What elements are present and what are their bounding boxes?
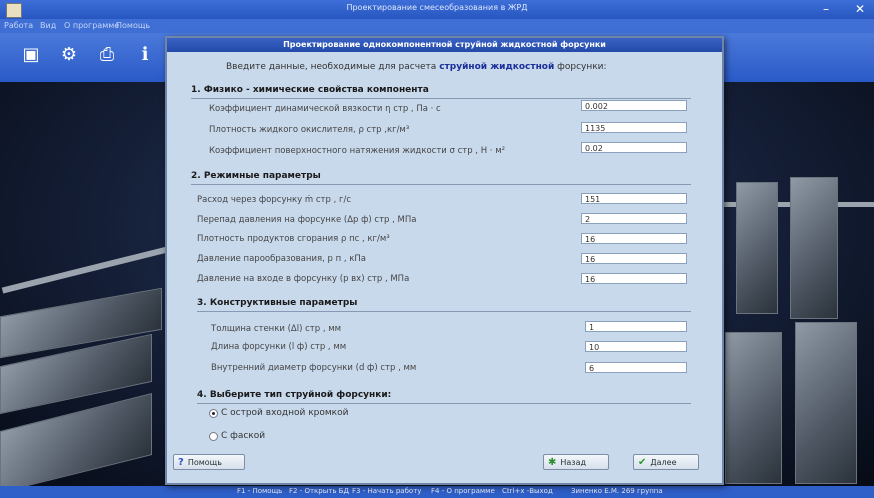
menu-item-about[interactable]: О программе [64, 21, 119, 30]
solar-panel [795, 322, 857, 484]
open-db-icon: ▣ [22, 43, 40, 65]
section-title-injector-type: 4. Выберите тип струйной форсунки: [197, 390, 392, 400]
settings-button[interactable]: ⚙ [56, 41, 82, 67]
injector-design-dialog: Проектирование однокомпонентной струйной… [165, 36, 724, 485]
print-button[interactable]: ⎙ [94, 41, 120, 67]
wall-thickness-input[interactable]: 1 [585, 321, 687, 332]
field-label-flow-rate: Расход через форсунку ṁ стр , г/с [197, 195, 352, 205]
surface-tension-input[interactable]: 0.02 [581, 142, 687, 153]
status-bar: F1 - Помощь F2 - Открыть БД F3 - Начать … [0, 486, 874, 498]
intro-text: Введите данные, необходимые для расчета … [226, 62, 607, 72]
viscosity-input[interactable]: 0.002 [581, 100, 687, 111]
radio-sharp-edge-label: С острой входной кромкой [221, 408, 349, 418]
help-question-icon: ? [178, 456, 184, 468]
products-density-input[interactable]: 16 [581, 233, 687, 244]
injector-length-input[interactable]: 10 [585, 341, 687, 352]
solar-panel [736, 182, 778, 314]
field-label-wall-thickness: Толщина стенки (Δl) стр , мм [211, 324, 342, 334]
field-label-inner-diameter: Внутренний диаметр форсунки (d ф) стр , … [211, 363, 417, 373]
close-icon[interactable]: ✕ [852, 1, 868, 17]
status-f2-open-db: F2 - Открыть БД [289, 487, 349, 495]
menu-item-view[interactable]: Вид [40, 21, 56, 30]
field-label-pressure-drop: Перепад давления на форсунке (Δp ф) стр … [197, 215, 417, 225]
section-divider [197, 311, 691, 312]
radio-chamfer[interactable]: С фаской [209, 431, 265, 441]
radio-unselected-icon [209, 431, 218, 441]
solar-panel [725, 332, 782, 484]
menu-item-help[interactable]: Помощь [116, 21, 150, 30]
section-title-mode: 2. Режимные параметры [191, 171, 321, 181]
info-icon: ℹ [141, 43, 149, 65]
status-author: Зиненко Е.М. 269 группа [571, 487, 663, 495]
field-label-surface-tension: Коэффициент поверхностного натяжения жид… [209, 146, 506, 156]
main-title-bar: Проектирование смесеобразования в ЖРД – … [0, 0, 874, 19]
pressure-drop-input[interactable]: 2 [581, 213, 687, 224]
station-truss [1, 246, 169, 294]
field-label-injector-length: Длина форсунки (l ф) стр , мм [211, 342, 347, 352]
flow-rate-input[interactable]: 151 [581, 193, 687, 204]
section-divider [197, 403, 691, 404]
intro-strong: струйной жидкостной [439, 62, 555, 72]
solar-panel [790, 177, 838, 319]
section-divider [191, 184, 691, 185]
minimize-icon[interactable]: – [818, 1, 834, 17]
open-db-button[interactable]: ▣ [18, 41, 44, 67]
settings-gear-icon: ⚙ [60, 43, 78, 65]
dialog-title: Проектирование однокомпонентной струйной… [167, 38, 722, 52]
field-label-viscosity: Коэффициент динамической вязкости η стр … [209, 104, 441, 114]
help-button-label: Помощь [187, 457, 222, 467]
status-f1-help: F1 - Помощь [237, 487, 283, 495]
section-title-physchem: 1. Физико - химические свойства компонен… [191, 85, 429, 95]
menu-item-work[interactable]: Работа [4, 21, 33, 30]
next-button-label: Далее [650, 457, 677, 467]
field-label-oxidizer-density: Плотность жидкого окислителя, ρ стр ,кг/… [209, 125, 410, 135]
radio-chamfer-label: С фаской [221, 431, 266, 441]
print-icon: ⎙ [99, 43, 115, 65]
info-button[interactable]: ℹ [132, 41, 158, 67]
intro-prefix: Введите данные, необходимые для расчета [226, 62, 437, 72]
inner-diameter-input[interactable]: 6 [585, 362, 687, 373]
vapor-pressure-input[interactable]: 16 [581, 253, 687, 264]
status-exit: Ctrl+x -Выход [502, 487, 553, 495]
status-f3-start: F3 - Начать работу [352, 487, 422, 495]
field-label-vapor-pressure: Давление парообразования, p п , кПа [197, 254, 366, 264]
section-divider [191, 98, 691, 99]
help-button[interactable]: ? Помощь [173, 454, 245, 470]
next-button[interactable]: ✔ Далее [633, 454, 699, 470]
field-label-products-density: Плотность продуктов сгорания ρ пс , кг/м… [197, 234, 390, 244]
inlet-pressure-input[interactable]: 16 [581, 273, 687, 284]
back-button[interactable]: ✱ Назад [543, 454, 609, 470]
main-window: Проектирование смесеобразования в ЖРД – … [0, 0, 874, 498]
menu-bar: Работа Вид О программе Помощь [0, 19, 874, 33]
radio-sharp-edge[interactable]: С острой входной кромкой [209, 408, 348, 418]
intro-suffix: форсунки: [557, 62, 607, 72]
section-title-design: 3. Конструктивные параметры [197, 298, 358, 308]
checkmark-icon: ✔ [638, 456, 647, 468]
main-window-title: Проектирование смесеобразования в ЖРД [346, 3, 528, 12]
field-label-inlet-pressure: Давление на входе в форсунку (p вх) стр … [197, 274, 410, 284]
status-f4-about: F4 - О программе [431, 487, 495, 495]
back-button-label: Назад [560, 457, 586, 467]
radio-selected-icon [209, 408, 218, 418]
oxidizer-density-input[interactable]: 1135 [581, 122, 687, 133]
back-person-icon: ✱ [548, 456, 557, 468]
